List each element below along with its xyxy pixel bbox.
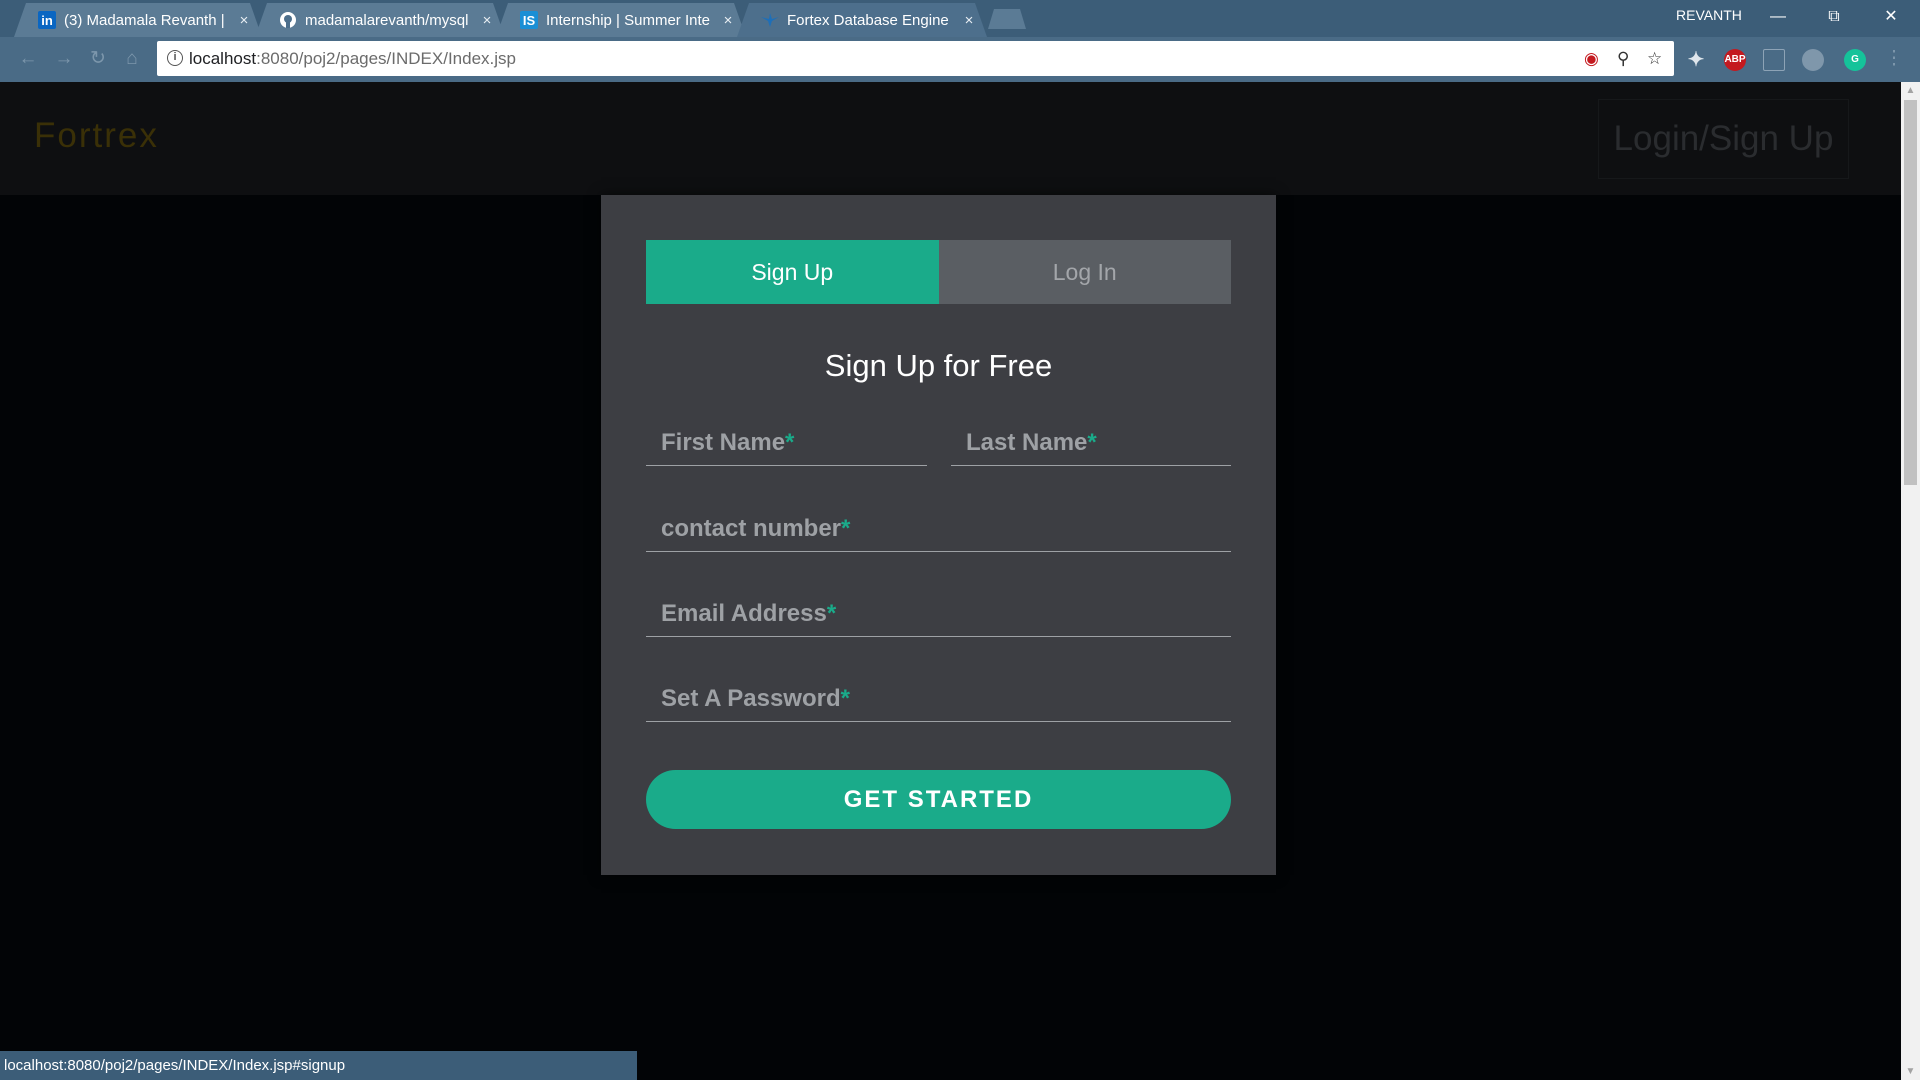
close-icon[interactable]: × [961,12,977,29]
signup-modal: Sign Up Log In Sign Up for Free First Na… [601,195,1276,875]
zoom-icon[interactable]: ⚲ [1617,49,1629,69]
forward-icon[interactable]: → [50,46,78,72]
site-header: Fortrex Login/Sign Up [0,82,1901,195]
contact-number-field[interactable]: contact number* [646,510,1231,552]
browser-toolbar: ← → ↻ ⌂ i localhost:8080/poj2/pages/INDE… [0,37,1920,82]
close-icon[interactable]: × [236,12,252,29]
internshala-icon: IS [520,11,538,29]
scroll-down-icon[interactable]: ▼ [1901,1063,1920,1080]
github-icon [279,11,297,29]
scroll-up-icon[interactable]: ▲ [1901,82,1920,99]
linkedin-icon: in [38,11,56,29]
close-icon[interactable]: × [479,12,495,29]
browser-tab-internshala[interactable]: IS Internship | Summer Inte × [496,3,746,37]
url-host: localhost [189,49,257,68]
first-name-field[interactable]: First Name* [646,424,927,466]
back-icon[interactable]: ← [14,46,42,72]
password-placeholder: Set A Password* [661,685,850,712]
cloud-extension-icon[interactable] [1802,49,1824,71]
close-window-icon[interactable]: ✕ [1871,4,1911,30]
email-placeholder: Email Address* [661,600,837,627]
password-field[interactable]: Set A Password* [646,680,1231,722]
tab-login[interactable]: Log In [938,240,1231,304]
page-content: Fortrex Login/Sign Up Sign Up Log In Sig… [0,82,1901,1080]
status-url-bubble: localhost:8080/poj2/pages/INDEX/Index.js… [0,1051,637,1080]
restore-icon[interactable]: ⧉ [1814,4,1854,30]
minimize-icon[interactable]: — [1758,4,1798,30]
blocked-content-icon[interactable]: ◉ [1584,49,1599,69]
last-name-field[interactable]: Last Name* [951,424,1231,466]
browser-tabstrip: in (3) Madamala Revanth | L × madamalare… [0,0,1920,37]
login-signup-link[interactable]: Login/Sign Up [1598,99,1849,179]
contact-number-placeholder: contact number* [661,515,851,542]
grammarly-icon[interactable]: G [1844,49,1866,71]
abp-icon[interactable]: ABP [1724,49,1746,71]
browser-tab-fortex[interactable]: Fortex Database Engine | × [737,3,987,37]
page-scrollbar[interactable]: ▲ ▼ [1901,82,1920,1080]
profile-name[interactable]: REVANTH [1676,7,1742,23]
browser-tab-github[interactable]: madamalarevanth/mysql × [255,3,505,37]
home-icon[interactable]: ⌂ [118,46,146,72]
tab-title: madamalarevanth/mysql [305,11,469,29]
new-tab-button[interactable] [988,9,1026,29]
url-path: :8080/poj2/pages/INDEX/Index.jsp [256,49,516,68]
first-name-placeholder: First Name* [661,429,795,456]
tab-title: Internship | Summer Inte [546,11,710,29]
info-icon[interactable]: i [167,50,183,66]
tab-title: Fortex Database Engine | [787,11,953,29]
scroll-thumb[interactable] [1904,100,1917,485]
get-started-button[interactable]: GET STARTED [646,770,1231,829]
pdf-extension-icon[interactable] [1763,49,1785,71]
tab-signup[interactable]: Sign Up [646,240,939,304]
url-text[interactable]: localhost:8080/poj2/pages/INDEX/Index.js… [189,49,516,69]
browser-tab-linkedin[interactable]: in (3) Madamala Revanth | L × [14,3,262,37]
brand-logo[interactable]: Fortrex [34,116,159,156]
address-bar[interactable]: i localhost:8080/poj2/pages/INDEX/Index.… [157,41,1674,76]
tab-title: (3) Madamala Revanth | L [64,11,228,29]
close-icon[interactable]: × [720,12,736,29]
bookmark-star-icon[interactable]: ☆ [1647,49,1662,69]
reload-icon[interactable]: ↻ [84,46,112,72]
auth-tabs: Sign Up Log In [646,240,1231,304]
form-title: Sign Up for Free [824,348,1053,383]
menu-icon[interactable]: ⋮ [1880,46,1908,72]
email-field[interactable]: Email Address* [646,595,1231,637]
extension-puzzle-icon[interactable]: ✦ [1685,49,1707,71]
last-name-placeholder: Last Name* [966,429,1097,456]
bird-icon [761,11,779,29]
